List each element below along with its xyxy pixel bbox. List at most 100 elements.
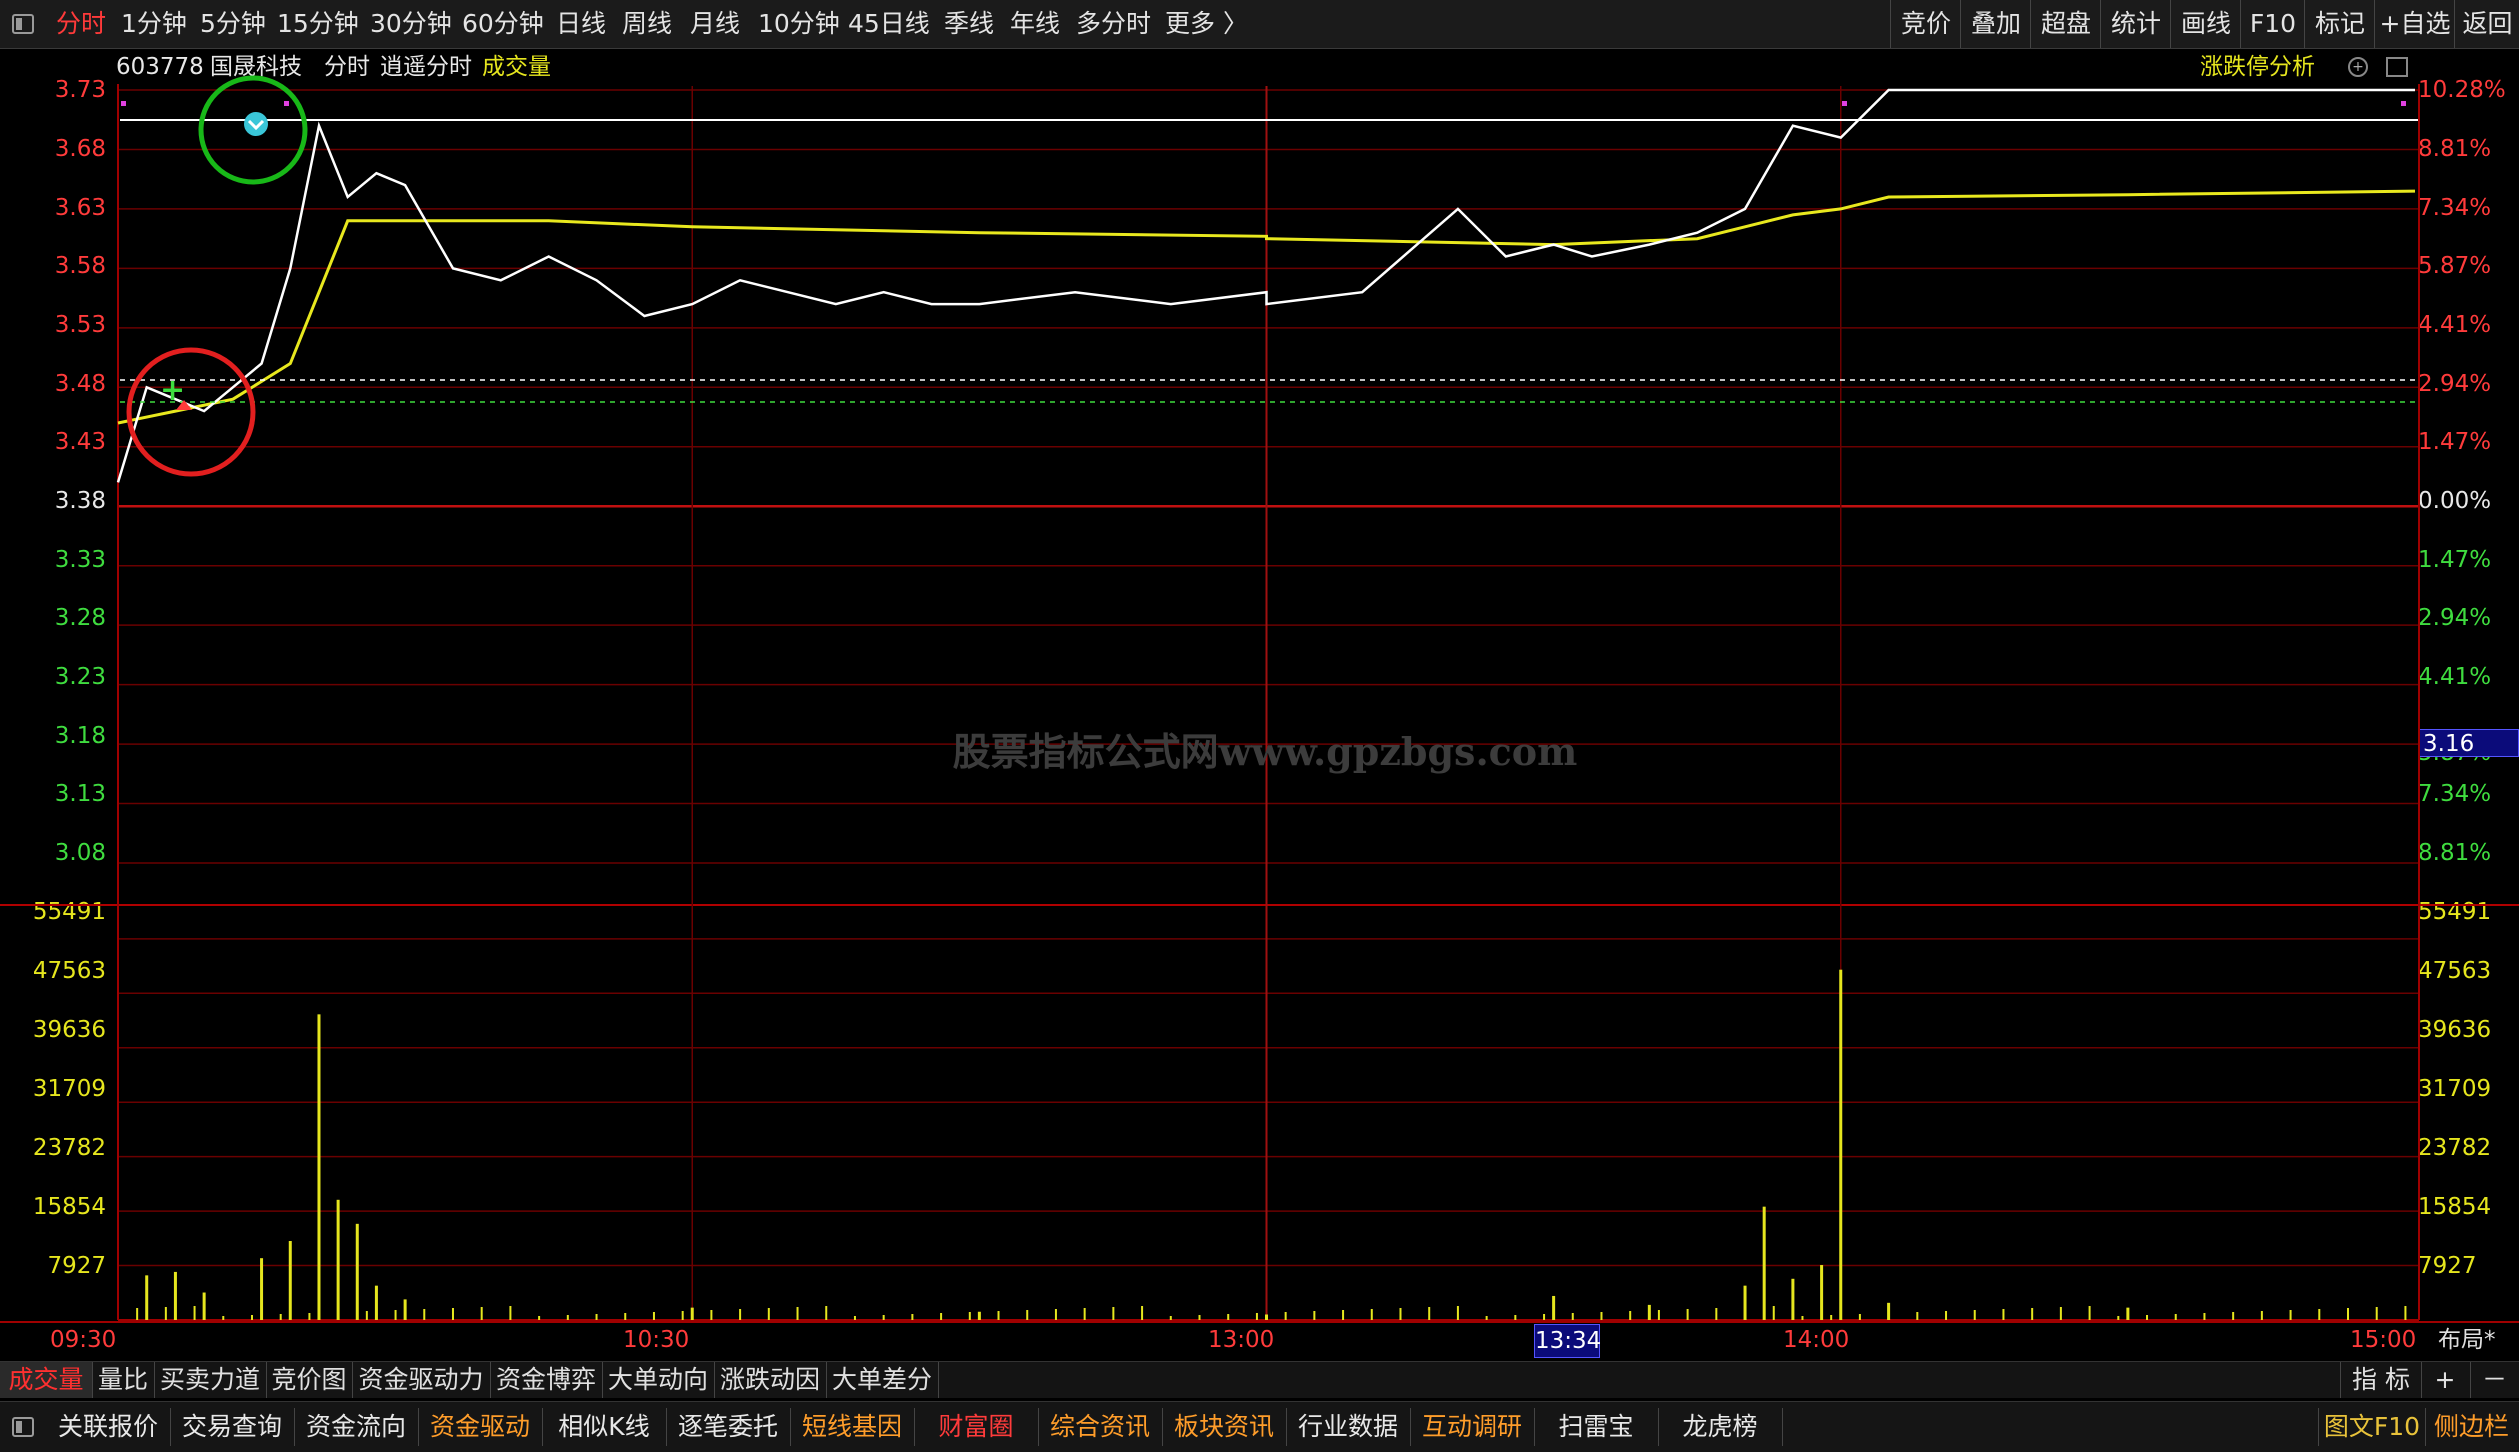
volume-bar xyxy=(566,1315,569,1320)
volume-bar xyxy=(1916,1312,1919,1320)
volume-bar xyxy=(940,1313,943,1320)
volume-bar xyxy=(681,1311,684,1320)
volume-bar xyxy=(911,1314,914,1320)
add-indicator-button[interactable]: + xyxy=(2420,1362,2471,1398)
volume-bar xyxy=(193,1306,196,1320)
volume-bar xyxy=(260,1258,264,1320)
volume-bar xyxy=(2174,1314,2177,1320)
volume-bar xyxy=(1313,1311,1316,1320)
sell-signal-icon xyxy=(244,112,268,136)
remove-indicator-button[interactable]: － xyxy=(2470,1362,2519,1398)
volume-bar xyxy=(1686,1309,1689,1320)
volume-bar xyxy=(1945,1311,1948,1320)
trade-query-button[interactable]: 交易查询 xyxy=(170,1408,295,1446)
risk-scan-button[interactable]: 扫雷宝 xyxy=(1534,1408,1659,1446)
volume-bar xyxy=(1026,1310,1029,1320)
volume-bar xyxy=(2117,1316,2120,1320)
volume-bar xyxy=(279,1314,282,1320)
volume-bar xyxy=(767,1308,770,1320)
indicator-tab-rise-fall-cause[interactable]: 涨跌动因 xyxy=(714,1362,827,1398)
volume-bar xyxy=(423,1309,426,1320)
indicator-tab-capital-game[interactable]: 资金博弈 xyxy=(490,1362,603,1398)
volume-bar xyxy=(365,1311,368,1320)
volume-bar xyxy=(1629,1311,1632,1320)
volume-bar xyxy=(1762,1206,1766,1320)
chart-grid xyxy=(0,84,2519,1323)
f10-graphic-button[interactable]: 图文F10 xyxy=(2318,1408,2426,1446)
volume-bar xyxy=(374,1285,378,1320)
volume-bar xyxy=(1791,1278,1795,1320)
magenta-marker xyxy=(284,101,289,106)
watermark: 股票指标公式网www.gpzbgs.com xyxy=(953,729,1578,774)
panel-toggle-icon[interactable] xyxy=(12,1417,34,1437)
volume-bar xyxy=(480,1307,483,1320)
indicator-tab-big-order[interactable]: 大单动向 xyxy=(602,1362,715,1398)
related-quotes-button[interactable]: 关联报价 xyxy=(46,1408,171,1446)
sidebar-button[interactable]: 侧边栏 xyxy=(2424,1408,2519,1446)
intraday-chart[interactable]: 股票指标公式网www.gpzbgs.com + xyxy=(0,0,2519,1451)
volume-bar xyxy=(1600,1312,1603,1320)
volume-bar xyxy=(1485,1316,1488,1320)
volume-bar xyxy=(624,1313,627,1320)
volume-bar xyxy=(1370,1309,1373,1320)
volume-bar xyxy=(1284,1312,1287,1320)
volume-bar xyxy=(1715,1308,1718,1320)
volume-bar xyxy=(882,1315,885,1320)
volume-bar xyxy=(968,1312,971,1320)
volume-bar xyxy=(2232,1312,2235,1320)
wealth-circle-button[interactable]: 财富圈 xyxy=(914,1408,1039,1446)
volume-bar xyxy=(977,1311,981,1320)
interactive-research-button[interactable]: 互动调研 xyxy=(1410,1408,1535,1446)
volume-bar xyxy=(2404,1306,2407,1320)
tick-order-button[interactable]: 逐笔委托 xyxy=(666,1408,791,1446)
volume-bar xyxy=(288,1241,292,1320)
time-label: 14:00 xyxy=(1783,1327,1850,1353)
volume-bar xyxy=(2126,1307,2130,1320)
volume-bar xyxy=(1428,1307,1431,1320)
news-button[interactable]: 综合资讯 xyxy=(1038,1408,1163,1446)
indicator-menu-button[interactable]: 指 标 xyxy=(2340,1362,2422,1398)
capital-flow-button[interactable]: 资金流向 xyxy=(294,1408,419,1446)
volume-bar xyxy=(1514,1315,1517,1320)
volume-bar xyxy=(1054,1309,1057,1320)
volume-bar xyxy=(1858,1314,1861,1320)
volume-bar xyxy=(538,1316,541,1320)
sector-news-button[interactable]: 板块资讯 xyxy=(1162,1408,1287,1446)
layout-menu[interactable]: 布局* xyxy=(2438,1324,2496,1356)
indicator-tab-buy-sell-force[interactable]: 买卖力道 xyxy=(154,1362,267,1398)
volume-bar xyxy=(394,1310,397,1320)
volume-bar xyxy=(1141,1306,1144,1320)
capital-drive-button[interactable]: 资金驱动 xyxy=(418,1408,543,1446)
indicator-tab-capital-drive[interactable]: 资金驱动力 xyxy=(352,1362,491,1398)
indicator-tab-big-order-diff[interactable]: 大单差分 xyxy=(826,1362,939,1398)
volume-bar xyxy=(1820,1265,1824,1320)
volume-bar xyxy=(1456,1306,1459,1320)
indicator-tab-auction[interactable]: 竞价图 xyxy=(266,1362,353,1398)
volume-bar xyxy=(595,1314,598,1320)
volume-bar xyxy=(690,1307,694,1320)
volume-bar xyxy=(710,1310,713,1320)
volume-bar xyxy=(1543,1314,1546,1320)
volume-bar xyxy=(2375,1307,2378,1320)
volume-bar xyxy=(1744,1307,1747,1320)
volume-bar xyxy=(652,1312,655,1320)
volume-bar xyxy=(997,1311,1000,1320)
volume-bar xyxy=(317,1014,321,1320)
industry-data-button[interactable]: 行业数据 xyxy=(1286,1408,1411,1446)
time-label: 09:30 xyxy=(50,1327,117,1353)
indicator-tab-volume-ratio[interactable]: 量比 xyxy=(92,1362,155,1398)
similar-kline-button[interactable]: 相似K线 xyxy=(542,1408,667,1446)
volume-bar xyxy=(1227,1314,1230,1320)
volume-bar xyxy=(355,1223,359,1320)
short-term-gene-button[interactable]: 短线基因 xyxy=(790,1408,915,1446)
volume-bar xyxy=(173,1271,177,1320)
volume-bar xyxy=(509,1306,512,1320)
time-label: 10:30 xyxy=(623,1327,690,1353)
dragon-tiger-list-button[interactable]: 龙虎榜 xyxy=(1658,1408,1783,1446)
volume-bar xyxy=(164,1307,167,1320)
volume-bar xyxy=(1839,969,1843,1320)
volume-bar xyxy=(403,1299,407,1320)
volume-bar xyxy=(1112,1307,1115,1320)
indicator-tab-volume[interactable]: 成交量 xyxy=(0,1362,93,1398)
volume-bar xyxy=(2059,1307,2062,1320)
